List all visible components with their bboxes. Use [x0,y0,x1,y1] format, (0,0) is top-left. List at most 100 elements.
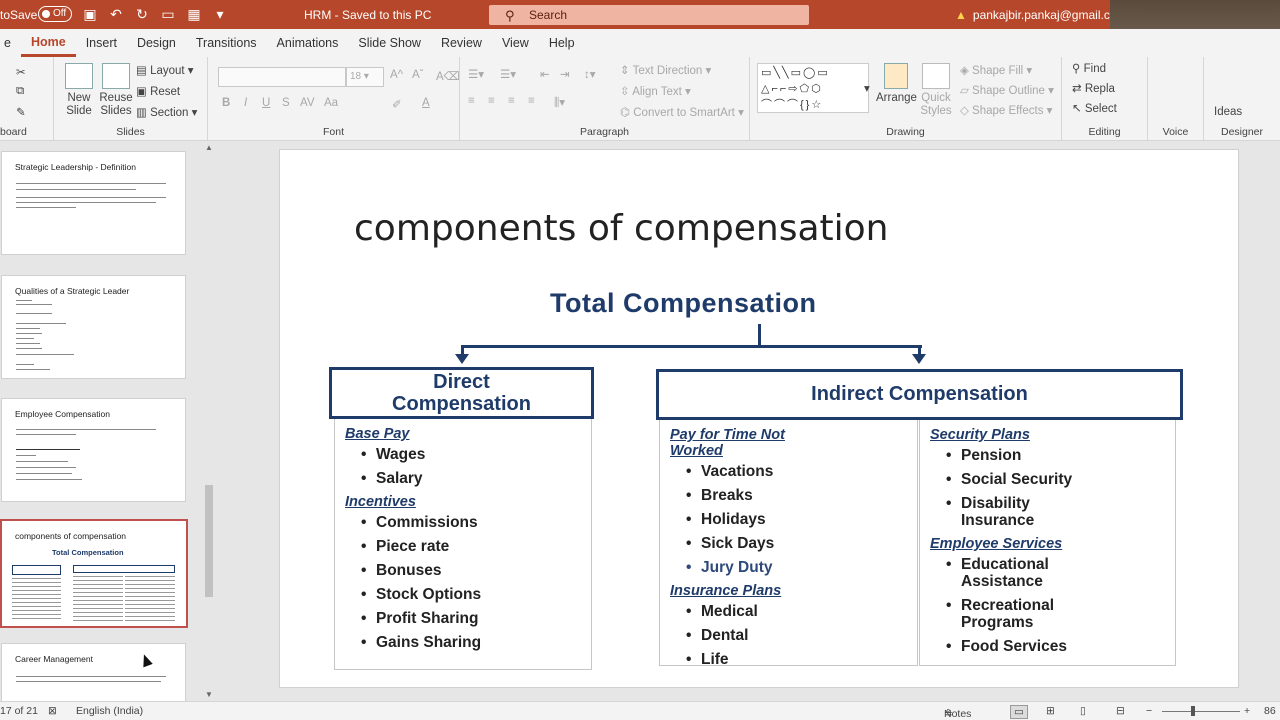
text-direction-button[interactable]: ⇕ Text Direction ▾ [620,63,711,77]
slide-thumbnail-13[interactable]: Strategic Leadership - Definition [1,151,186,255]
align-right-icon[interactable]: ≡ [508,95,515,107]
justify-icon[interactable]: ≡ [528,95,535,107]
tab-review[interactable]: Review [431,29,492,57]
account-area[interactable]: ▲ pankajbir.pankaj@gmail.com [955,8,1126,22]
start-slideshow-icon[interactable]: ▭ [160,6,176,22]
reading-view-icon[interactable]: ▯ [1080,705,1086,717]
new-slide-button[interactable]: New Slide [62,63,96,118]
increase-font-icon[interactable]: A^ [390,69,403,81]
tab-animations[interactable]: Animations [267,29,349,57]
slide-title[interactable]: components of compensation [354,208,888,249]
diagram-title: Total Compensation [550,288,817,318]
list-item: Bonuses [361,562,591,579]
tab-design[interactable]: Design [127,29,186,57]
convert-smartart-button[interactable]: ⌬ Convert to SmartArt ▾ [620,105,744,119]
tab-help[interactable]: Help [539,29,585,57]
security-plans-heading: Security Plans [930,427,1030,443]
font-color-icon[interactable]: A [422,97,430,109]
tab-view[interactable]: View [492,29,539,57]
zoom-out-icon[interactable]: − [1146,705,1152,717]
document-title[interactable]: HRM - Saved to this PC [304,8,431,22]
search-box[interactable]: ⚲ Search [489,5,809,25]
decrease-indent-icon[interactable]: ⇤ [540,67,550,81]
present-icon[interactable]: ▦ [186,6,202,22]
scroll-up-icon[interactable]: ▲ [205,143,213,152]
replace-button[interactable]: ⇄ Repla [1072,81,1115,95]
customize-qat-icon[interactable]: ▾ [212,6,228,22]
thumbnail-diagram-title: Total Compensation [52,548,124,557]
shape-outline-button[interactable]: ▱ Shape Outline ▾ [960,83,1054,97]
shape-effects-button[interactable]: ◇ Shape Effects ▾ [960,103,1052,117]
arrange-button[interactable]: Arrange [876,63,917,105]
align-center-icon[interactable]: ≡ [488,95,495,107]
thumbnail-scrollbar[interactable]: ▲ ▼ [203,143,215,699]
shadow-button[interactable]: S [282,97,290,109]
increase-indent-icon[interactable]: ⇥ [560,67,570,81]
gallery-more-icon[interactable]: ▾ [864,81,870,95]
bold-button[interactable]: B [222,97,230,109]
slide-thumbnail-14[interactable]: Qualities of a Strategic Leader [1,275,186,379]
spellcheck-icon[interactable]: ⊠ [48,705,57,717]
italic-button[interactable]: I [244,97,247,109]
zoom-level[interactable]: 86 [1264,705,1276,717]
decrease-font-icon[interactable]: Aˇ [412,69,424,81]
columns-icon[interactable]: ⫼▾ [554,95,565,110]
copy-icon[interactable]: ⧉ [16,85,24,98]
tab-insert[interactable]: Insert [76,29,127,57]
select-button[interactable]: ↖ Select [1072,101,1117,115]
thumbnail-text-line [16,429,156,430]
scrollbar-thumb[interactable] [205,485,213,597]
clear-formatting-icon[interactable]: A⌫ [436,69,460,83]
thumbnail-indirect-box [73,565,175,573]
reset-button[interactable]: ▣ Reset [136,84,180,98]
align-text-button[interactable]: ⇳ Align Text ▾ [620,84,691,98]
slide-canvas[interactable]: components of compensation Total Compens… [279,149,1239,688]
cut-icon[interactable]: ✂ [16,65,26,79]
arrange-label: Arrange [876,92,917,104]
normal-view-icon[interactable]: ▭ [1010,705,1028,719]
slideshow-view-icon[interactable]: ⊟ [1116,705,1125,717]
reuse-slides-button[interactable]: Reuse Slides [98,63,134,118]
undo-icon[interactable]: ↶ [108,6,124,22]
character-spacing-icon[interactable]: AV [300,97,315,109]
align-left-icon[interactable]: ≡ [468,95,475,107]
underline-button[interactable]: U [262,97,270,109]
find-button[interactable]: ⚲ Find [1072,61,1106,75]
layout-button[interactable]: ▤ Layout ▾ [136,63,194,77]
zoom-in-icon[interactable]: + [1244,705,1250,717]
change-case-button[interactable]: Aa [324,97,338,109]
redo-icon[interactable]: ↻ [134,6,150,22]
insurance-plans-heading: Insurance Plans [670,583,782,599]
zoom-slider-track[interactable] [1162,711,1240,712]
scroll-down-icon[interactable]: ▼ [205,690,213,699]
language-indicator[interactable]: English (India) [76,705,143,717]
editing-group: ⚲ Find ⇄ Repla ↖ Select Editing [1062,57,1148,141]
tab-home[interactable]: Home [20,29,76,57]
slide-thumbnail-17[interactable]: Career Management [1,643,186,701]
slide-thumbnail-16[interactable]: components of compensation Total Compens… [0,519,188,628]
design-ideas-button[interactable]: Ideas [1214,106,1242,118]
reuse-slides-label: Reuse Slides [99,92,133,117]
bullets-icon[interactable]: ☰▾ [468,67,484,81]
line-spacing-icon[interactable]: ↕▾ [584,67,596,81]
numbering-icon[interactable]: ☰▾ [500,67,516,81]
quick-styles-button[interactable]: Quick Styles [918,63,954,118]
shape-fill-button[interactable]: ◈ Shape Fill ▾ [960,63,1032,77]
tab-transitions[interactable]: Transitions [186,29,267,57]
zoom-slider-knob[interactable] [1191,706,1195,716]
slide-thumbnail-15[interactable]: Employee Compensation [1,398,186,502]
font-name-box[interactable] [218,67,346,87]
save-icon[interactable]: ▣ [82,6,98,22]
section-button[interactable]: ▥ Section ▾ [136,105,197,119]
shape-outline-label: Shape Outline [972,85,1045,97]
tab-slide-show[interactable]: Slide Show [348,29,431,57]
autosave-toggle[interactable]: Off [38,6,72,22]
incentives-list: Commissions Piece rate Bonuses Stock Opt… [361,514,591,651]
font-size-box[interactable]: 18 ▾ [346,67,384,87]
tab-file[interactable]: e [4,29,21,57]
format-painter-icon[interactable]: ✎ [16,105,26,119]
list-item: Pension [946,447,1175,464]
slide-sorter-icon[interactable]: ⊞ [1046,705,1055,717]
highlight-icon[interactable]: ✐ [392,97,402,111]
shapes-gallery[interactable]: ▭╲╲▭◯▭ △⌐⌐⇨⬠⬡ ⌒⌒⌒{}☆ [757,63,869,113]
